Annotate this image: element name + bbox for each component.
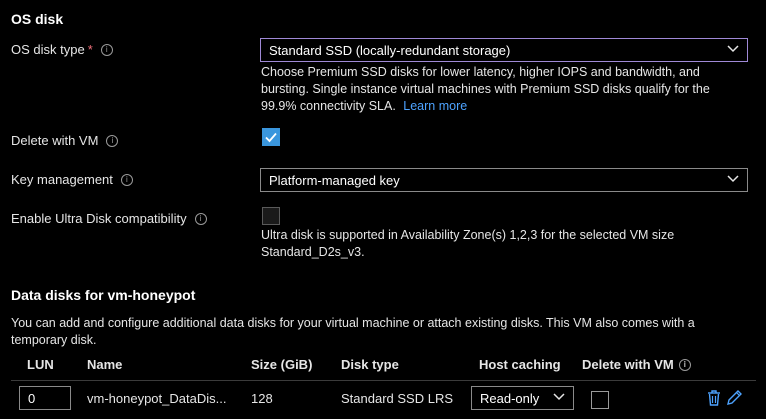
chevron-down-icon	[553, 393, 565, 401]
os-disk-type-dropdown[interactable]: Standard SSD (locally-redundant storage)	[260, 38, 748, 62]
delete-with-vm-label-row: Delete with VM i	[11, 133, 119, 148]
data-disks-heading: Data disks for vm-honeypot	[11, 287, 196, 303]
pencil-icon[interactable]	[726, 389, 743, 406]
col-header-disk-type: Disk type	[341, 357, 399, 372]
os-disk-type-value: Standard SSD (locally-redundant storage)	[269, 42, 511, 58]
ultra-disk-label: Enable Ultra Disk compatibility	[11, 211, 187, 226]
delete-with-vm-checkbox[interactable]	[262, 128, 280, 146]
table-header-divider	[11, 380, 756, 381]
col-header-size: Size (GiB)	[251, 357, 313, 372]
host-caching-dropdown[interactable]: Read-only	[471, 386, 574, 410]
data-disks-description: You can add and configure additional dat…	[11, 316, 695, 347]
col-header-host-caching: Host caching	[479, 357, 561, 372]
col-header-delete-with-vm-row: Delete with VM i	[582, 357, 691, 372]
os-disk-type-help: Choose Premium SSD disks for lower laten…	[261, 64, 741, 115]
key-management-label: Key management	[11, 172, 113, 187]
trash-icon[interactable]	[706, 389, 722, 407]
disk-size-cell: 128	[251, 391, 273, 406]
info-icon[interactable]: i	[678, 358, 691, 371]
learn-more-link[interactable]: Learn more	[403, 99, 467, 113]
chevron-down-icon	[727, 45, 739, 53]
col-header-lun: LUN	[27, 357, 54, 372]
info-icon[interactable]: i	[106, 134, 119, 147]
delete-with-vm-label: Delete with VM	[11, 133, 99, 148]
col-header-delete-with-vm: Delete with VM	[582, 357, 674, 372]
ultra-disk-label-row: Enable Ultra Disk compatibility i	[11, 211, 207, 226]
host-caching-value: Read-only	[480, 390, 540, 406]
lun-value: 0	[28, 390, 36, 406]
checkmark-icon	[265, 132, 277, 143]
os-disk-type-label-row: OS disk type * i	[11, 42, 113, 57]
info-icon[interactable]: i	[100, 43, 113, 56]
os-disk-heading: OS disk	[11, 11, 64, 27]
info-icon[interactable]: i	[120, 173, 133, 186]
disk-name-cell: vm-honeypot_DataDis...	[87, 391, 227, 406]
ultra-disk-checkbox[interactable]	[262, 207, 280, 225]
key-management-label-row: Key management i	[11, 172, 133, 187]
row-delete-with-vm-checkbox[interactable]	[591, 391, 609, 409]
chevron-down-icon	[727, 175, 739, 183]
lun-input[interactable]: 0	[19, 386, 71, 410]
key-management-dropdown[interactable]: Platform-managed key	[260, 168, 748, 192]
disk-type-cell: Standard SSD LRS	[341, 391, 454, 406]
ultra-disk-help: Ultra disk is supported in Availability …	[261, 228, 675, 259]
required-asterisk: *	[87, 42, 93, 57]
os-disk-type-label: OS disk type	[11, 42, 85, 57]
info-icon[interactable]: i	[194, 212, 207, 225]
col-header-name: Name	[87, 357, 123, 372]
os-disk-type-help-text: Choose Premium SSD disks for lower laten…	[261, 65, 710, 113]
key-management-value: Platform-managed key	[269, 172, 400, 188]
